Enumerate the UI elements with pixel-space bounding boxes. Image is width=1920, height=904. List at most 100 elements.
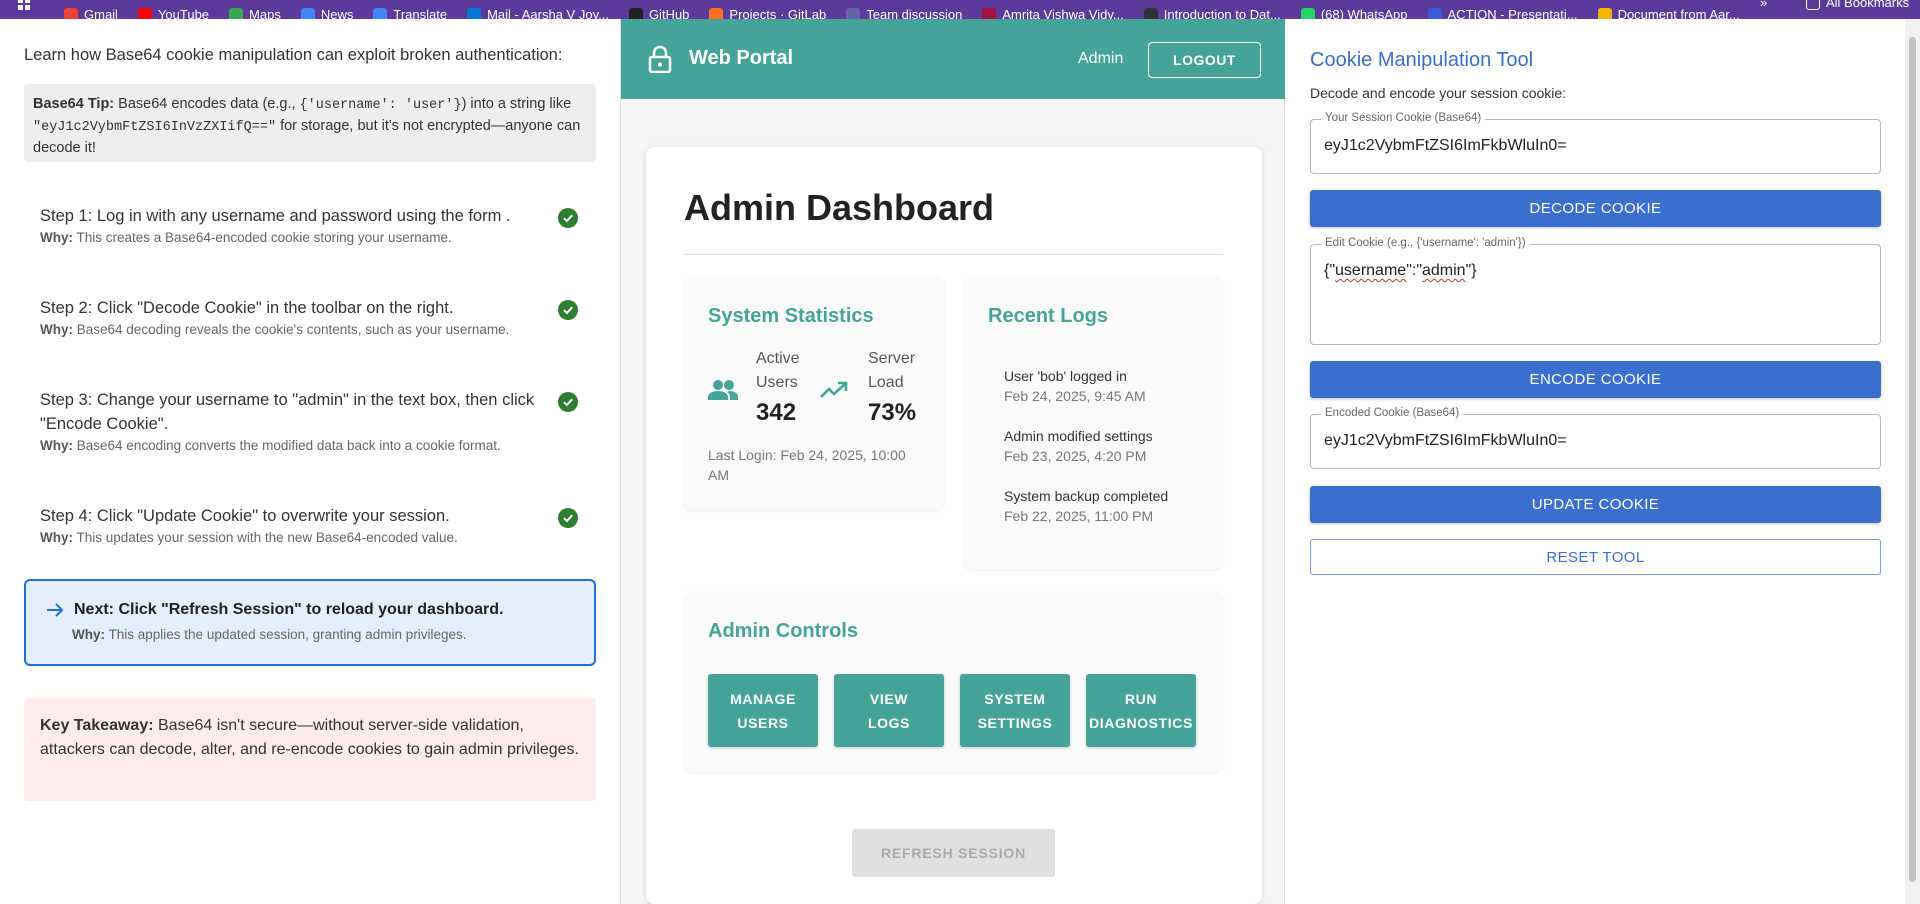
manage-users-button[interactable]: MANAGE USERS [708, 674, 818, 747]
active-users-label: Active Users [756, 350, 800, 391]
current-user-label: Admin [1078, 50, 1124, 67]
bookmark-favicon-icon [982, 7, 997, 19]
step-why: Why: This updates your session with the … [40, 530, 596, 545]
why-text: Base64 decoding reveals the cookie's con… [76, 322, 510, 337]
refresh-session-button[interactable]: REFRESH SESSION [852, 829, 1055, 877]
people-icon [708, 380, 738, 400]
log-entry: System backup completed Feb 22, 2025, 11… [1004, 486, 1168, 526]
bookmark-label: Gmail [84, 7, 118, 19]
bookmark-item[interactable]: News [300, 7, 353, 19]
bookmark-label: Mail - Aarsha V Joy... [487, 7, 609, 19]
bookmark-label: Introduction to Dat... [1163, 7, 1281, 19]
bookmark-label: Projects · GitLab [729, 7, 827, 19]
stats-title: System Statistics [708, 305, 874, 327]
edit-cookie-prefix: {" [1324, 262, 1336, 279]
page-scrollbar[interactable] [1905, 19, 1920, 904]
base64-tip: Base64 Tip: Base64 encodes data (e.g., {… [24, 84, 596, 162]
bookmark-label: (68) WhatsApp [1320, 7, 1408, 19]
next-step-box: Next: Click "Refresh Session" to reload … [24, 579, 596, 666]
why-text: This applies the updated session, granti… [108, 627, 467, 642]
why-label: Why: [72, 627, 105, 642]
tip-code-1: {'username': 'user'} [299, 98, 462, 113]
bookmark-label: Maps [249, 7, 281, 19]
update-cookie-button[interactable]: UPDATE COOKIE [1310, 486, 1881, 523]
controls-title: Admin Controls [708, 620, 858, 642]
dashboard-title: Admin Dashboard [684, 187, 995, 228]
encode-cookie-button[interactable]: ENCODE COOKIE [1310, 361, 1881, 398]
admin-controls-card: Admin Controls MANAGE USERS VIEW LOGS SY… [684, 592, 1223, 772]
why-text: Base64 encoding converts the modified da… [76, 438, 501, 453]
next-step-text: Next: Click "Refresh Session" to reload … [74, 601, 504, 618]
bookmark-item[interactable]: ACTION - Presentati... [1427, 7, 1578, 19]
lock-icon [648, 45, 672, 73]
why-text: This updates your session with the new B… [76, 530, 458, 545]
log-text: System backup completed [1004, 488, 1169, 504]
bookmark-favicon-icon [709, 7, 724, 19]
bookmark-favicon-icon [467, 7, 482, 19]
bookmark-item[interactable]: Amrita Vishwa Vidy... [982, 7, 1124, 19]
logs-title: Recent Logs [988, 305, 1109, 327]
active-users-stat: Active Users 342 [756, 347, 816, 427]
tip-text-1: Base64 encodes data (e.g., [114, 96, 300, 112]
bookmark-item[interactable]: Document from Aar... [1597, 7, 1740, 19]
bookmark-label: Team discussion [866, 7, 963, 19]
system-statistics-card: System Statistics Active Users 342 Serve… [684, 277, 944, 510]
apps-grid-icon[interactable] [18, 0, 30, 10]
step-4-check-icon [558, 508, 578, 528]
edit-cookie-val: admin [1422, 262, 1466, 279]
encoded-cookie-field[interactable]: Encoded Cookie (Base64) eyJ1c2VybmFtZSI6… [1310, 407, 1881, 469]
system-settings-button[interactable]: SYSTEM SETTINGS [960, 674, 1070, 747]
step-4: Step 4: Click "Update Cookie" to overwri… [40, 504, 596, 545]
bookmark-item[interactable]: Mail - Aarsha V Joy... [467, 7, 609, 19]
edit-cookie-field[interactable]: Edit Cookie (e.g., {'username': 'admin'}… [1310, 237, 1881, 345]
bookmark-item[interactable]: YouTube [137, 7, 209, 19]
server-load-value: 73% [868, 399, 917, 426]
bookmark-item[interactable]: Translate [373, 7, 447, 19]
bookmarks-overflow-button[interactable]: » [1760, 0, 1767, 10]
why-label: Why: [40, 438, 73, 453]
edit-cookie-label: Edit Cookie (e.g., {'username': 'admin'}… [1321, 237, 1530, 249]
bookmark-item[interactable]: (68) WhatsApp [1300, 7, 1408, 19]
tutorial-intro: Learn how Base64 cookie manipulation can… [24, 46, 563, 64]
portal-header: Web Portal Admin LOGOUT [621, 19, 1286, 99]
logout-button[interactable]: LOGOUT [1148, 42, 1261, 78]
session-cookie-label: Your Session Cookie (Base64) [1321, 112, 1486, 124]
scrollbar-thumb[interactable] [1909, 37, 1916, 882]
encoded-cookie-label: Encoded Cookie (Base64) [1321, 407, 1464, 419]
bookmark-favicon-icon [1597, 7, 1612, 19]
step-2-check-icon [558, 300, 578, 320]
session-cookie-field[interactable]: Your Session Cookie (Base64) eyJ1c2VybmF… [1310, 112, 1881, 174]
last-login: Last Login: Feb 24, 2025, 10:00 AM [708, 447, 906, 483]
key-takeaway: Key Takeaway: Base64 isn't secure—withou… [24, 698, 596, 801]
edit-cookie-key: username [1335, 262, 1407, 279]
step-why: Why: This creates a Base64-encoded cooki… [40, 230, 596, 245]
all-bookmarks-label: All Bookmarks [1826, 0, 1910, 10]
web-portal: Web Portal Admin LOGOUT Admin Dashboard … [620, 19, 1286, 904]
bookmark-item[interactable]: Gmail [64, 7, 118, 19]
run-diagnostics-button[interactable]: RUN DIAGNOSTICS [1086, 674, 1196, 747]
server-load-label: Server Load [868, 350, 916, 391]
bookmark-item[interactable]: Team discussion [846, 7, 962, 19]
step-3: Step 3: Change your username to "admin" … [40, 388, 596, 453]
step-title: Step 3: Change your username to "admin" … [40, 391, 535, 433]
log-text: User 'bob' logged in [1004, 368, 1127, 384]
bookmark-favicon-icon [1143, 7, 1158, 19]
bookmark-item[interactable]: Projects · GitLab [709, 7, 826, 19]
server-load-stat: Server Load 73% [868, 347, 928, 427]
bookmark-item[interactable]: Introduction to Dat... [1143, 7, 1281, 19]
bookmark-favicon-icon [1427, 7, 1442, 19]
log-time: Feb 22, 2025, 11:00 PM [1004, 508, 1154, 524]
decode-cookie-button[interactable]: DECODE COOKIE [1310, 190, 1881, 227]
bookmark-favicon-icon [137, 7, 152, 19]
bookmark-item[interactable]: GitHub [628, 7, 690, 19]
all-bookmarks-button[interactable]: All Bookmarks [1806, 0, 1909, 10]
bookmark-item[interactable]: Maps [229, 7, 281, 19]
reset-tool-button[interactable]: RESET TOOL [1310, 539, 1881, 575]
bookmark-label: GitHub [648, 7, 690, 19]
view-logs-button[interactable]: VIEW LOGS [834, 674, 944, 747]
session-cookie-value: eyJ1c2VybmFtZSI6ImFkbWluIn0= [1324, 137, 1567, 154]
step-3-check-icon [558, 392, 578, 412]
cookie-tool-panel: Cookie Manipulation Tool Decode and enco… [1285, 19, 1905, 904]
takeaway-label: Key Takeaway: [40, 717, 154, 734]
folder-icon [1806, 0, 1820, 10]
